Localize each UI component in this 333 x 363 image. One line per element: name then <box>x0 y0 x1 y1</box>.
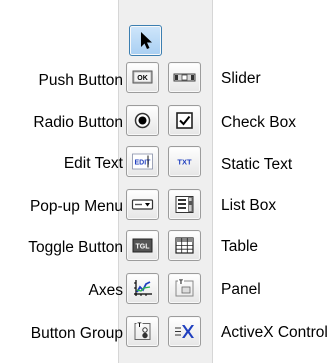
activex-control-label: ActiveX Control <box>221 324 328 341</box>
popup-menu-label: Pop-up Menu <box>29 198 123 215</box>
static-text-glyph: TXT <box>177 158 192 167</box>
activex-control-icon <box>175 325 194 338</box>
edit-text-icon: EDIT <box>132 153 153 170</box>
static-text-icon: TXT <box>177 158 192 167</box>
check-box-tool[interactable] <box>168 105 201 136</box>
edit-text-glyph: EDIT <box>135 160 152 167</box>
panel-label: Panel <box>221 281 261 298</box>
static-text-label: Static Text <box>221 156 293 173</box>
static-text-tool[interactable]: TXT <box>168 146 201 177</box>
panel-glyph: T <box>179 279 183 286</box>
push-button-icon: OK <box>132 70 153 84</box>
slider-icon <box>173 73 196 82</box>
toggle-button-tool[interactable]: TGL <box>126 230 159 261</box>
table-icon <box>175 237 194 254</box>
button-group-label: Button Group <box>30 325 123 342</box>
toggle-button-icon: TGL <box>132 238 153 253</box>
button-group-icon: T <box>134 322 151 340</box>
check-box-label: Check Box <box>221 114 296 131</box>
table-label: Table <box>221 238 259 255</box>
arrow-pointer-icon <box>141 32 152 49</box>
push-button-tool[interactable]: OK <box>126 62 159 93</box>
panel-icon: T <box>175 279 194 297</box>
radio-button-label: Radio Button <box>33 114 123 131</box>
list-box-label: List Box <box>221 197 277 214</box>
slider-tool[interactable] <box>168 62 201 93</box>
list-box-tool[interactable] <box>168 189 201 220</box>
toggle-button-glyph: TGL <box>136 244 151 251</box>
activex-control-tool[interactable] <box>168 316 201 347</box>
axes-icon <box>134 280 152 296</box>
axes-tool[interactable] <box>126 273 159 304</box>
popup-menu-tool[interactable] <box>126 189 159 220</box>
check-box-icon <box>176 112 193 129</box>
select-tool-button[interactable] <box>129 25 162 56</box>
button-group-tool[interactable]: T <box>126 316 159 347</box>
table-tool[interactable] <box>168 230 201 261</box>
push-button-glyph: OK <box>137 75 148 82</box>
push-button-label: Push Button <box>38 72 123 89</box>
radio-button-icon <box>134 112 151 129</box>
axes-label: Axes <box>88 282 123 299</box>
edit-text-tool[interactable]: EDIT <box>126 146 159 177</box>
popup-menu-icon <box>131 199 154 210</box>
panel-tool[interactable]: T <box>168 273 201 304</box>
list-box-icon <box>175 196 194 213</box>
toggle-button-label: Toggle Button <box>28 239 123 256</box>
slider-label: Slider <box>221 70 261 87</box>
radio-button-tool[interactable] <box>126 105 159 136</box>
button-group-glyph: T <box>138 322 142 329</box>
edit-text-label: Edit Text <box>63 155 123 172</box>
